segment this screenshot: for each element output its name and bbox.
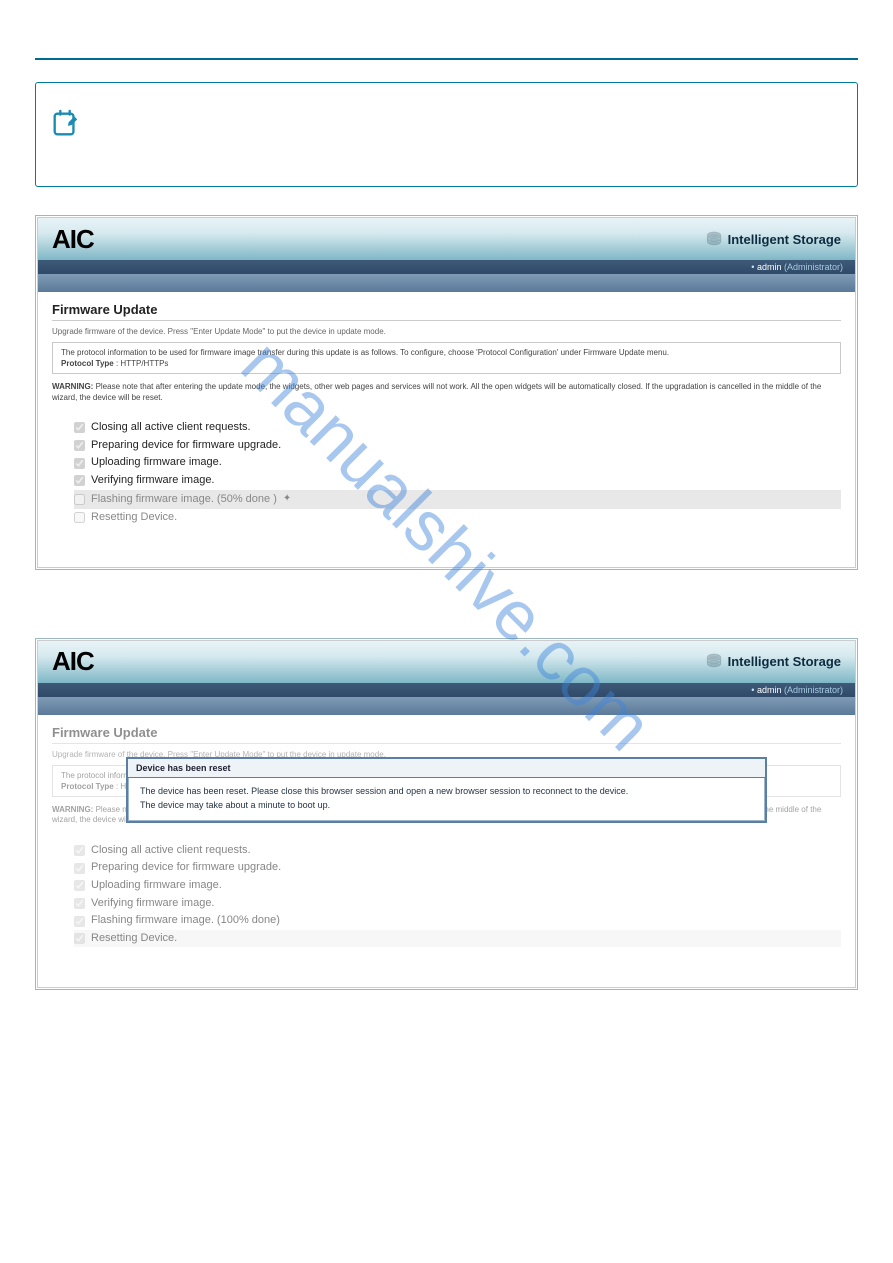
note-icon (50, 109, 80, 139)
step-verifying: Verifying firmware image. (74, 472, 841, 490)
step-preparing: Preparing device for firmware upgrade. (74, 437, 841, 455)
step-checkbox (74, 845, 85, 856)
step-closing: Closing all active client requests. (74, 842, 841, 860)
step-checkbox (74, 512, 85, 523)
step-resetting: Resetting Device. (74, 930, 841, 948)
brand: ⛃ Intelligent Storage (707, 651, 842, 672)
busy-icon: ✦ (283, 491, 291, 507)
page-title: Firmware Update (52, 725, 841, 744)
reset-dialog: Device has been reset The device has bee… (126, 757, 767, 823)
progress-steps: Closing all active client requests. Prep… (74, 419, 841, 527)
protocol-info-box: The protocol information to be used for … (52, 342, 841, 374)
step-checkbox (74, 475, 85, 486)
step-checkbox (74, 863, 85, 874)
step-preparing: Preparing device for firmware upgrade. (74, 859, 841, 877)
step-checkbox (74, 916, 85, 927)
step-uploading: Uploading firmware image. (74, 454, 841, 472)
app-header: AIC ⛃ Intelligent Storage (38, 641, 855, 683)
dialog-body: The device has been reset. Please close … (128, 778, 765, 821)
app-header: AIC ⛃ Intelligent Storage (38, 218, 855, 260)
step-flashing: Flashing firmware image. (100% done) (74, 912, 841, 930)
nav-bar[interactable] (38, 274, 855, 292)
storage-icon: ⛃ (707, 229, 722, 250)
header-divider (35, 58, 858, 60)
step-checkbox (74, 880, 85, 891)
page-subtitle: Upgrade firmware of the device. Press "E… (52, 327, 841, 336)
page-title: Firmware Update (52, 302, 841, 321)
brand: ⛃ Intelligent Storage (707, 229, 842, 250)
note-box (35, 82, 858, 187)
storage-icon: ⛃ (707, 651, 722, 672)
step-flashing: Flashing firmware image. (50% done ) ✦ (74, 490, 841, 510)
dialog-title: Device has been reset (128, 759, 765, 778)
step-resetting: Resetting Device. (74, 509, 841, 527)
screenshot-firmware-reset-dialog: AIC ⛃ Intelligent Storage • admin (Admin… (35, 638, 858, 991)
user-bar: • admin (Administrator) (38, 683, 855, 697)
step-checkbox (74, 422, 85, 433)
progress-steps: Closing all active client requests. Prep… (74, 842, 841, 948)
warning-text: WARNING: Please note that after entering… (52, 382, 841, 403)
username[interactable]: admin (757, 262, 782, 272)
logo: AIC (52, 646, 94, 677)
step-uploading: Uploading firmware image. (74, 877, 841, 895)
nav-bar[interactable] (38, 697, 855, 715)
step-checkbox (74, 494, 85, 505)
step-checkbox (74, 458, 85, 469)
step-checkbox (74, 440, 85, 451)
step-checkbox (74, 898, 85, 909)
screenshot-firmware-flashing: AIC ⛃ Intelligent Storage • admin (Admin… (35, 215, 858, 570)
step-closing: Closing all active client requests. (74, 419, 841, 437)
user-bar: • admin (Administrator) (38, 260, 855, 274)
user-role: (Administrator) (784, 685, 843, 695)
logo: AIC (52, 224, 94, 255)
username[interactable]: admin (757, 685, 782, 695)
user-role: (Administrator) (784, 262, 843, 272)
step-verifying: Verifying firmware image. (74, 895, 841, 913)
step-checkbox (74, 933, 85, 944)
